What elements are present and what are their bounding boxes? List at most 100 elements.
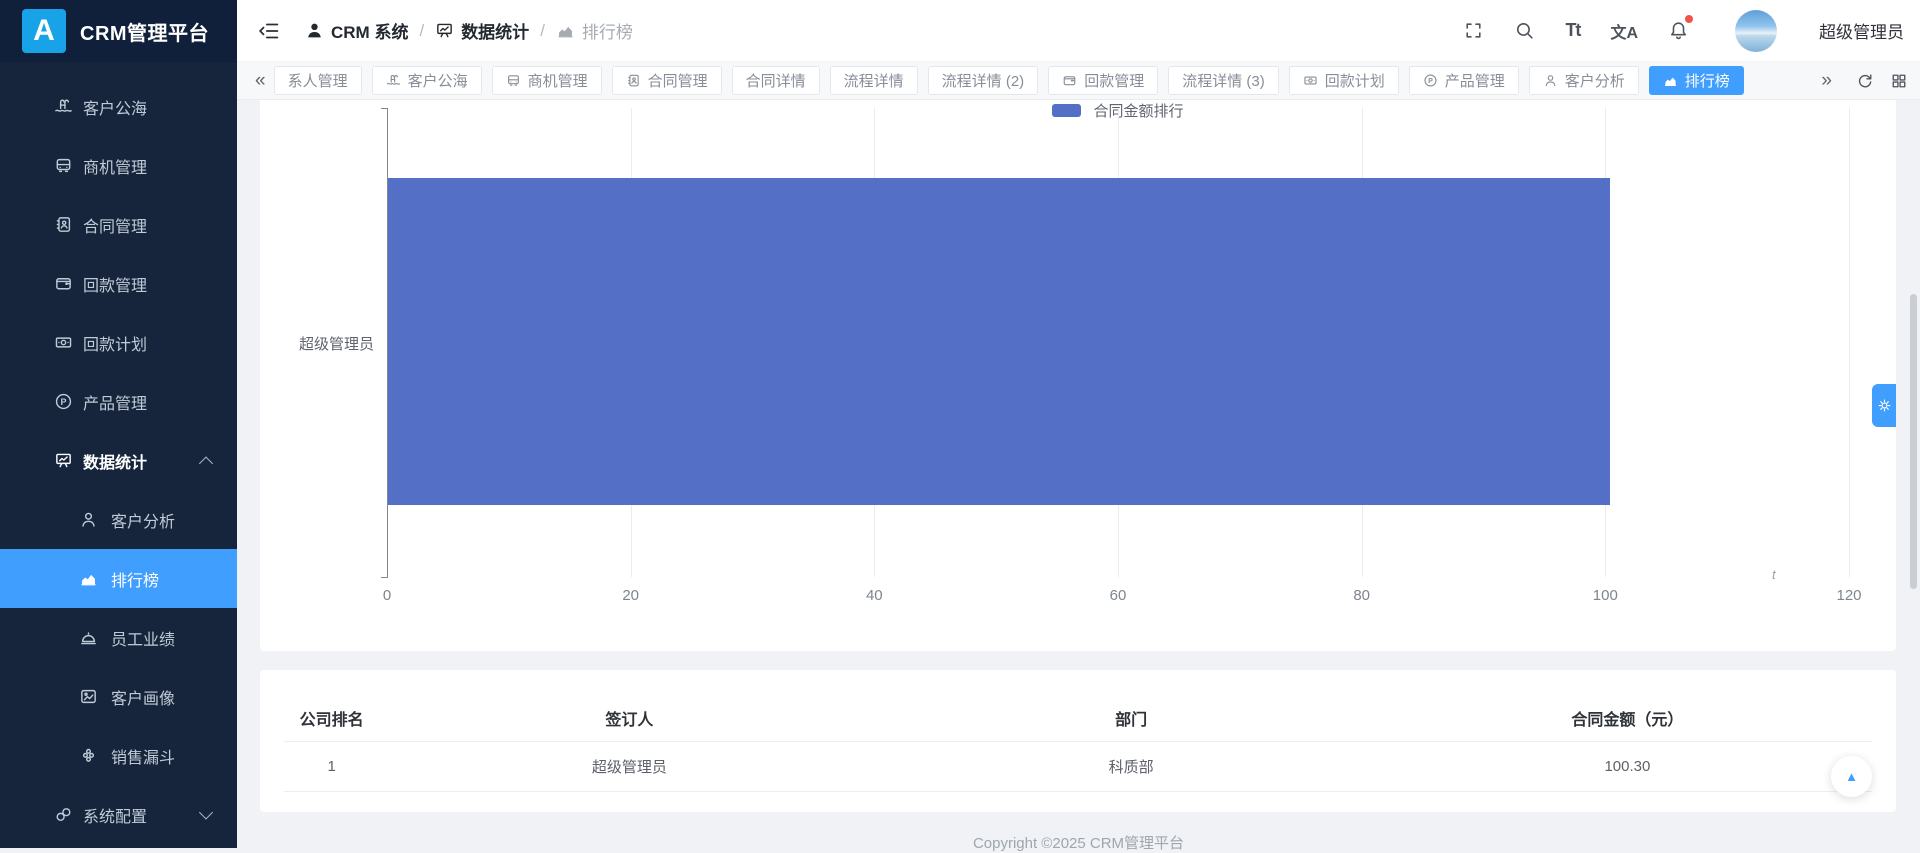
bus-icon [53,156,73,176]
sidebar-item-label: 客户画像 [111,690,176,708]
layout-grid-icon[interactable] [1890,68,1908,94]
current-user-name[interactable]: 超级管理员 [1819,18,1904,43]
chart-icon [78,569,98,589]
breadcrumb-item: 排行榜 [556,18,633,43]
sidebar-item-customer-pool[interactable]: 客户公海 [0,77,237,136]
user-filled-icon [305,21,324,40]
sidebar-item-customer-analysis[interactable]: 客户分析 [0,490,237,549]
tab-label: 回款计划 [1324,73,1385,90]
tabs-scroll-left-icon[interactable]: « [247,70,274,92]
search-icon[interactable] [1514,18,1535,44]
axis-tick [381,577,387,578]
chevron-down-icon [198,804,214,820]
translate-icon[interactable]: 文A [1610,18,1638,44]
breadcrumb: CRM 系统 / 数据统计 / 排行榜 [305,18,633,43]
table-row: 1 超级管理员 科质部 100.30 [284,742,1872,792]
tab-receivable[interactable]: 回款管理 [1048,66,1159,95]
tabs-scroll-right-icon[interactable]: » [1813,70,1840,92]
breadcrumb-item[interactable]: CRM 系统 [305,18,408,43]
sidebar-item-product[interactable]: P 产品管理 [0,372,237,431]
money-icon [1303,73,1318,88]
tab-label: 合同管理 [647,73,708,90]
tab-process-detail[interactable]: 流程详情 [829,66,918,95]
footer-copyright: Copyright ©2025 CRM管理平台 [972,835,1185,852]
tab-process-detail-3[interactable]: 流程详情 (3) [1168,66,1279,95]
wallet-icon [53,274,73,294]
table-header-cell: 合同金额（元） [1571,712,1684,729]
tabbar-tools: » [1813,68,1920,94]
board-icon [435,21,454,40]
sidebar-item-receivable-plan[interactable]: 回款计划 [0,313,237,372]
tab-customer-analysis[interactable]: 客户分析 [1528,66,1639,95]
notifications-bell-icon[interactable] [1668,14,1693,44]
sidebar-item-employee-performance[interactable]: 员工业绩 [0,608,237,667]
x-axis-tick-label: 80 [1353,587,1371,604]
tab-contact-management[interactable]: 系人管理 [273,66,362,95]
tab-label: 排行榜 [1684,73,1730,90]
y-axis-category-label: 超级管理员 [298,336,374,353]
sidebar-item-business[interactable]: 商机管理 [0,136,237,195]
x-axis-tick-label: 20 [622,587,640,604]
chart-icon [556,21,575,40]
back-to-top-button[interactable]: ▲ [1831,756,1872,797]
tab-label: 商机管理 [527,73,588,90]
vertical-scrollbar[interactable] [1910,294,1917,589]
tab-business[interactable]: 商机管理 [491,66,602,95]
portrait-icon [78,687,98,707]
contacts-icon [626,73,641,88]
contacts-icon [53,215,73,235]
avatar[interactable] [1735,9,1777,52]
tab-product[interactable]: P 产品管理 [1408,66,1519,95]
sidebar-item-label: 客户公海 [83,100,148,118]
tab-contract[interactable]: 合同管理 [611,66,722,95]
tab-contract-detail[interactable]: 合同详情 [731,66,820,95]
contract-amount-bar[interactable] [388,178,1610,505]
fullscreen-icon[interactable] [1463,18,1484,44]
funnel-icon [78,746,98,766]
table-header-row: 公司排名 签订人 部门 合同金额（元） [284,695,1872,742]
open-tabs: 系人管理 客户公海 商机管理 合同管理 合同详情 流程详情 流程详情 (2) 回款管理 流程详情… [273,66,1754,95]
axis-tick [381,108,387,109]
header: CRM 系统 / 数据统计 / 排行榜 Tt 文A 超级管理员 [237,0,1920,62]
x-axis-name: t [1772,567,1776,582]
tab-customer-pool[interactable]: 客户公海 [371,66,482,95]
sidebar-item-label: 回款管理 [83,277,148,295]
tab-label: 系人管理 [287,73,348,90]
sidebar-item-system-config[interactable]: 系统配置 [0,785,237,844]
table-header-cell: 公司排名 [299,712,364,729]
sidebar-item-label: 产品管理 [83,395,148,413]
sidebar-item-label: 商机管理 [83,159,148,177]
font-size-icon[interactable]: Tt [1565,18,1581,44]
sidebar-item-label: 客户分析 [111,513,176,531]
sidebar-item-ranking[interactable]: 排行榜 [0,549,237,608]
table-cell: 超级管理员 [591,759,667,776]
collapse-sidebar-icon[interactable] [257,18,283,44]
settings-panel-button[interactable] [1872,384,1896,427]
tab-receivable-plan[interactable]: 回款计划 [1288,66,1399,95]
svg-text:P: P [60,397,66,407]
breadcrumb-label: 数据统计 [461,23,530,42]
ranking-table-card: 公司排名 签订人 部门 合同金额（元） 1 超级管理员 科质部 100.30 [260,670,1896,812]
bus-icon [506,73,521,88]
refresh-icon[interactable] [1856,68,1874,94]
sidebar-item-label: 员工业绩 [111,631,176,649]
app-logo[interactable]: A CRM管理平台 [0,0,237,62]
x-axis-tick-label: 0 [382,587,392,604]
x-axis-tick-label: 100 [1592,587,1618,604]
tab-ranking[interactable]: 排行榜 [1648,66,1744,95]
sidebar-item-label: 销售漏斗 [111,749,176,767]
product-icon: P [1423,73,1438,88]
tab-label: 产品管理 [1444,73,1505,90]
sidebar-item-customer-portrait[interactable]: 客户画像 [0,667,237,726]
breadcrumb-separator: / [540,20,545,40]
sidebar-item-label: 数据统计 [83,454,148,472]
breadcrumb-item[interactable]: 数据统计 [435,18,529,43]
performance-icon [78,628,98,648]
sidebar-item-receivable[interactable]: 回款管理 [0,254,237,313]
sidebar-item-contract[interactable]: 合同管理 [0,195,237,254]
main-content: 合同金额排行 0 20 40 60 80 100 120 超级管理员 t 公司排名 签订人 部门 合同… [237,100,1920,852]
sidebar-item-statistics[interactable]: 数据统计 [0,431,237,490]
sidebar-item-sales-funnel[interactable]: 销售漏斗 [0,726,237,785]
breadcrumb-label: 排行榜 [581,23,633,42]
tab-process-detail-2[interactable]: 流程详情 (2) [927,66,1039,95]
